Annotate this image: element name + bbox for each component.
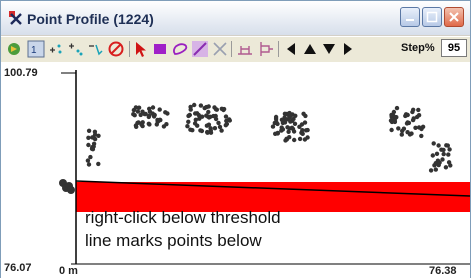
arrow-down-icon[interactable] [321, 40, 337, 58]
app-icon [9, 11, 22, 25]
line-icon[interactable] [191, 40, 209, 58]
maximize-button[interactable] [422, 7, 442, 27]
minimize-icon [406, 19, 414, 21]
add-point-icon[interactable] [47, 40, 65, 58]
toolbar: 1 Step% 95 [1, 36, 470, 63]
title-bar: Point Profile (1224) [1, 1, 470, 35]
globe-icon[interactable] [5, 40, 23, 58]
select-points-icon[interactable]: 1 [27, 40, 45, 58]
arrow-up-icon[interactable] [302, 40, 318, 58]
point-profile-window: Point Profile (1224) 1 Step% 95 100.79 7… [0, 0, 471, 278]
close-button[interactable] [444, 7, 464, 27]
point-cloud [59, 102, 453, 194]
clear-icon[interactable] [211, 40, 229, 58]
lasso-icon[interactable] [171, 40, 189, 58]
profile-icon[interactable] [257, 40, 275, 58]
step-label: Step% [401, 42, 435, 54]
cancel-icon[interactable] [107, 40, 125, 58]
pointer-icon[interactable] [133, 40, 149, 58]
annotation-line-1: right-click below threshold [85, 208, 281, 227]
annotation-line-2: line marks points below [85, 231, 262, 250]
threshold-icon[interactable] [236, 40, 254, 58]
close-icon [449, 12, 459, 22]
arrow-left-icon[interactable] [283, 40, 299, 58]
toolbar-separator [278, 41, 279, 57]
remove-points-icon[interactable] [87, 40, 105, 58]
maximize-icon [426, 11, 438, 23]
arrow-right-icon[interactable] [340, 40, 356, 58]
toolbar-separator [231, 41, 232, 57]
window-title: Point Profile (1224) [27, 11, 154, 27]
toolbar-separator [129, 41, 130, 57]
minimize-button[interactable] [400, 7, 420, 27]
profile-plot[interactable]: 100.79 76.07 0 m 76.38 right-click below… [1, 62, 470, 278]
svg-text:1: 1 [31, 45, 37, 56]
rectangle-icon[interactable] [152, 40, 168, 58]
step-input[interactable]: 95 [441, 39, 467, 57]
add-points-icon[interactable] [67, 40, 85, 58]
